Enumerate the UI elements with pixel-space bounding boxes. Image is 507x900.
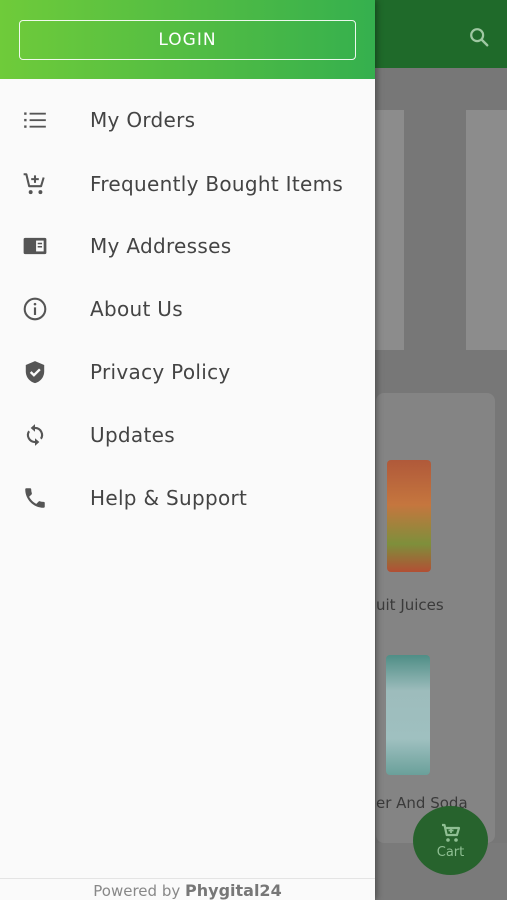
sync-icon (22, 422, 48, 448)
menu-item-label: Help & Support (90, 485, 248, 510)
login-button[interactable]: LOGIN (19, 20, 356, 60)
cart-add-icon (22, 171, 48, 197)
shield-icon (22, 359, 48, 385)
menu-item-privacy-policy[interactable]: Privacy Policy (0, 344, 375, 400)
menu-item-my-addresses[interactable]: My Addresses (0, 218, 375, 274)
menu-item-label: My Orders (90, 107, 196, 132)
app-screen: n uit Juices er And Soda Cart LOGIN My O… (0, 0, 507, 900)
menu-item-label: About Us (90, 296, 183, 321)
info-icon (22, 296, 48, 322)
water-bottle-image (386, 655, 430, 775)
address-card-icon (22, 233, 48, 259)
footer-brand: Phygital24 (185, 881, 282, 900)
category-label[interactable]: uit Juices (376, 596, 444, 614)
menu-item-updates[interactable]: Updates (0, 407, 375, 463)
menu-item-label: Frequently Bought Items (90, 171, 344, 196)
drawer-footer: Powered by Phygital24 (0, 878, 375, 900)
menu-item-help-support[interactable]: Help & Support (0, 470, 375, 526)
drawer-header: LOGIN (0, 0, 375, 79)
cart-icon (441, 823, 460, 842)
juice-product-image (387, 460, 431, 572)
menu-item-label: Privacy Policy (90, 359, 231, 384)
menu-item-label: My Addresses (90, 233, 232, 258)
menu-item-label: Updates (90, 422, 175, 447)
search-icon[interactable] (468, 26, 490, 48)
background-banner-card (375, 110, 404, 350)
footer-prefix: Powered by (93, 882, 181, 900)
cart-label: Cart (436, 845, 465, 860)
list-icon (22, 107, 48, 133)
background-banner-card (466, 110, 507, 350)
menu-item-frequently-bought[interactable]: Frequently Bought Items (0, 152, 375, 216)
cart-button[interactable]: Cart (413, 806, 488, 875)
phone-icon (22, 485, 48, 511)
menu-item-my-orders[interactable]: My Orders (0, 92, 375, 148)
navigation-drawer: LOGIN My Orders Frequently Bought Items … (0, 0, 375, 900)
menu-item-about-us[interactable]: About Us (0, 281, 375, 337)
